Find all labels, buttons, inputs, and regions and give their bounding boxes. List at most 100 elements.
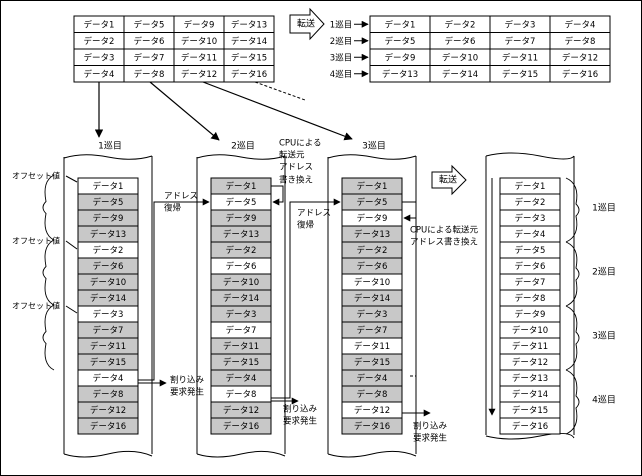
memory-cell-text: データ3 — [226, 309, 257, 320]
column-title: 2巡目 — [231, 141, 255, 152]
cpu-rewrite-path-3 — [402, 201, 417, 222]
result-cell-text: データ14 — [512, 389, 548, 400]
memory-cell-text: データ6 — [226, 261, 257, 272]
result-cell-text: データ13 — [512, 373, 548, 384]
source-table-cell-text: データ6 — [134, 36, 165, 47]
dest-table-cell-text: データ7 — [505, 36, 536, 47]
offset-label: オフセット値 — [12, 171, 60, 181]
source-table-cell-text: データ14 — [231, 36, 267, 47]
column-top-wave — [196, 154, 286, 160]
memory-cell-text: データ9 — [93, 213, 124, 224]
source-table-cell-text: データ4 — [84, 69, 115, 80]
arrow-to-col2 — [149, 81, 220, 141]
memory-cell-text: データ4 — [93, 373, 124, 384]
memory-cell-text: データ16 — [354, 421, 390, 432]
source-table-cell-text: データ8 — [134, 69, 165, 80]
cpu-rewrite-path-2 — [271, 185, 284, 206]
interrupt-text: 割り込み — [170, 375, 205, 386]
result-cell-text: データ5 — [515, 245, 546, 256]
result-cell-text: データ15 — [512, 405, 548, 416]
dest-row-label: 4巡目 — [330, 69, 352, 80]
transfer-label-mid: 転送 — [439, 174, 457, 186]
dest-table-cell-text: データ9 — [385, 52, 416, 63]
memory-cell-text: データ4 — [357, 373, 388, 384]
source-table-cell-text: データ16 — [231, 69, 267, 80]
memory-cell-text: データ12 — [223, 405, 259, 416]
memory-cell-text: データ2 — [93, 245, 124, 256]
dest-table-cell-text: データ16 — [562, 69, 598, 80]
memory-cell-text: データ12 — [90, 405, 126, 416]
transfer-label-top: 転送 — [297, 18, 315, 30]
column-top-wave — [63, 154, 153, 160]
dest-table-cell-text: データ12 — [562, 52, 598, 63]
cpu-note-col2: 書き換え — [279, 175, 313, 186]
result-top-wave — [485, 152, 575, 160]
group-brace — [565, 369, 580, 435]
result-cell-text: データ10 — [512, 325, 548, 336]
source-table-cell-text: データ15 — [231, 52, 267, 63]
dma-transfer-diagram: データ1 データ5 データ9 データ13 データ2 データ6 データ10 データ14 データ3 デ… — [12, 7, 616, 458]
memory-cell-text: データ5 — [226, 197, 257, 208]
offset-pointer — [65, 175, 78, 183]
memory-cell-text: データ13 — [354, 229, 390, 240]
source-table-cell-text: データ11 — [181, 52, 217, 63]
interrupt-text: 要求発生 — [413, 433, 448, 444]
dest-row-label: 2巡目 — [330, 36, 352, 47]
group-label: 1巡目 — [592, 203, 616, 214]
dashed-continuation — [254, 81, 306, 101]
memory-cell-text: データ15 — [354, 357, 390, 368]
cpu-note-col2: アドレス — [279, 163, 313, 173]
addr-restore-text: 復帰 — [164, 203, 181, 214]
dest-table-cell-text: データ8 — [565, 36, 596, 47]
memory-cell-text: データ6 — [93, 261, 124, 272]
source-table-cell-text: データ5 — [134, 19, 165, 30]
memory-cell-text: データ7 — [226, 325, 257, 336]
memory-cell-text: データ12 — [354, 405, 390, 416]
memory-cell-text: データ5 — [93, 197, 124, 208]
source-table-cell-text: データ1 — [84, 19, 115, 30]
column-title: 3巡目 — [362, 141, 386, 152]
memory-cell-text: データ5 — [357, 197, 388, 208]
dest-table-cell-text: データ15 — [502, 69, 538, 80]
dest-table-cell-text: データ5 — [385, 36, 416, 47]
group-label: 4巡目 — [592, 395, 616, 406]
dest-table-cell-text: データ2 — [445, 19, 476, 30]
addr-restore-text: アドレス — [297, 209, 331, 219]
cpu-note-col3: CPUによる転送元 — [410, 225, 479, 236]
addr-restore-path-2 — [271, 198, 341, 399]
arrow-to-col3 — [202, 81, 353, 141]
memory-cell-text: データ1 — [357, 181, 388, 192]
interrupt-text: 要求発生 — [283, 416, 318, 427]
dest-row-label: 1巡目 — [330, 19, 352, 30]
result-cell-text: データ1 — [515, 181, 546, 192]
result-cell-text: データ11 — [512, 341, 548, 352]
memory-cell-text: データ8 — [93, 389, 124, 400]
dest-table-cell-text: データ6 — [445, 36, 476, 47]
interrupt-text: 割り込み — [283, 404, 318, 415]
memory-cell-text: データ2 — [357, 245, 388, 256]
memory-cell-text: データ14 — [223, 293, 259, 304]
source-table-cell-text: データ12 — [181, 69, 217, 80]
memory-cell-text: データ9 — [357, 213, 388, 224]
memory-cell-text: データ9 — [226, 213, 257, 224]
interrupt-text: 割り込み — [413, 421, 448, 432]
column-title: 1巡目 — [98, 141, 122, 152]
result-cell-text: データ9 — [515, 309, 546, 320]
dest-table-cell-text: データ14 — [442, 69, 478, 80]
memory-cell-text: データ10 — [354, 277, 390, 288]
memory-cell-text: データ1 — [226, 181, 257, 192]
source-table-cell-text: データ13 — [231, 19, 267, 30]
offset-brace — [42, 174, 55, 241]
dest-table-cell-text: データ1 — [385, 19, 416, 30]
memory-cell-text: データ6 — [357, 261, 388, 272]
offset-pointer — [65, 240, 78, 250]
offset-brace — [42, 239, 55, 306]
memory-cell-text: データ15 — [223, 357, 259, 368]
addr-restore-text: 復帰 — [297, 220, 314, 231]
offset-brace — [42, 304, 55, 371]
memory-cell-text: データ7 — [93, 325, 124, 336]
memory-cell-text: データ3 — [93, 309, 124, 320]
memory-cell-text: データ15 — [90, 357, 126, 368]
source-table-cell-text: データ3 — [84, 52, 115, 63]
result-cell-text: データ2 — [515, 197, 546, 208]
